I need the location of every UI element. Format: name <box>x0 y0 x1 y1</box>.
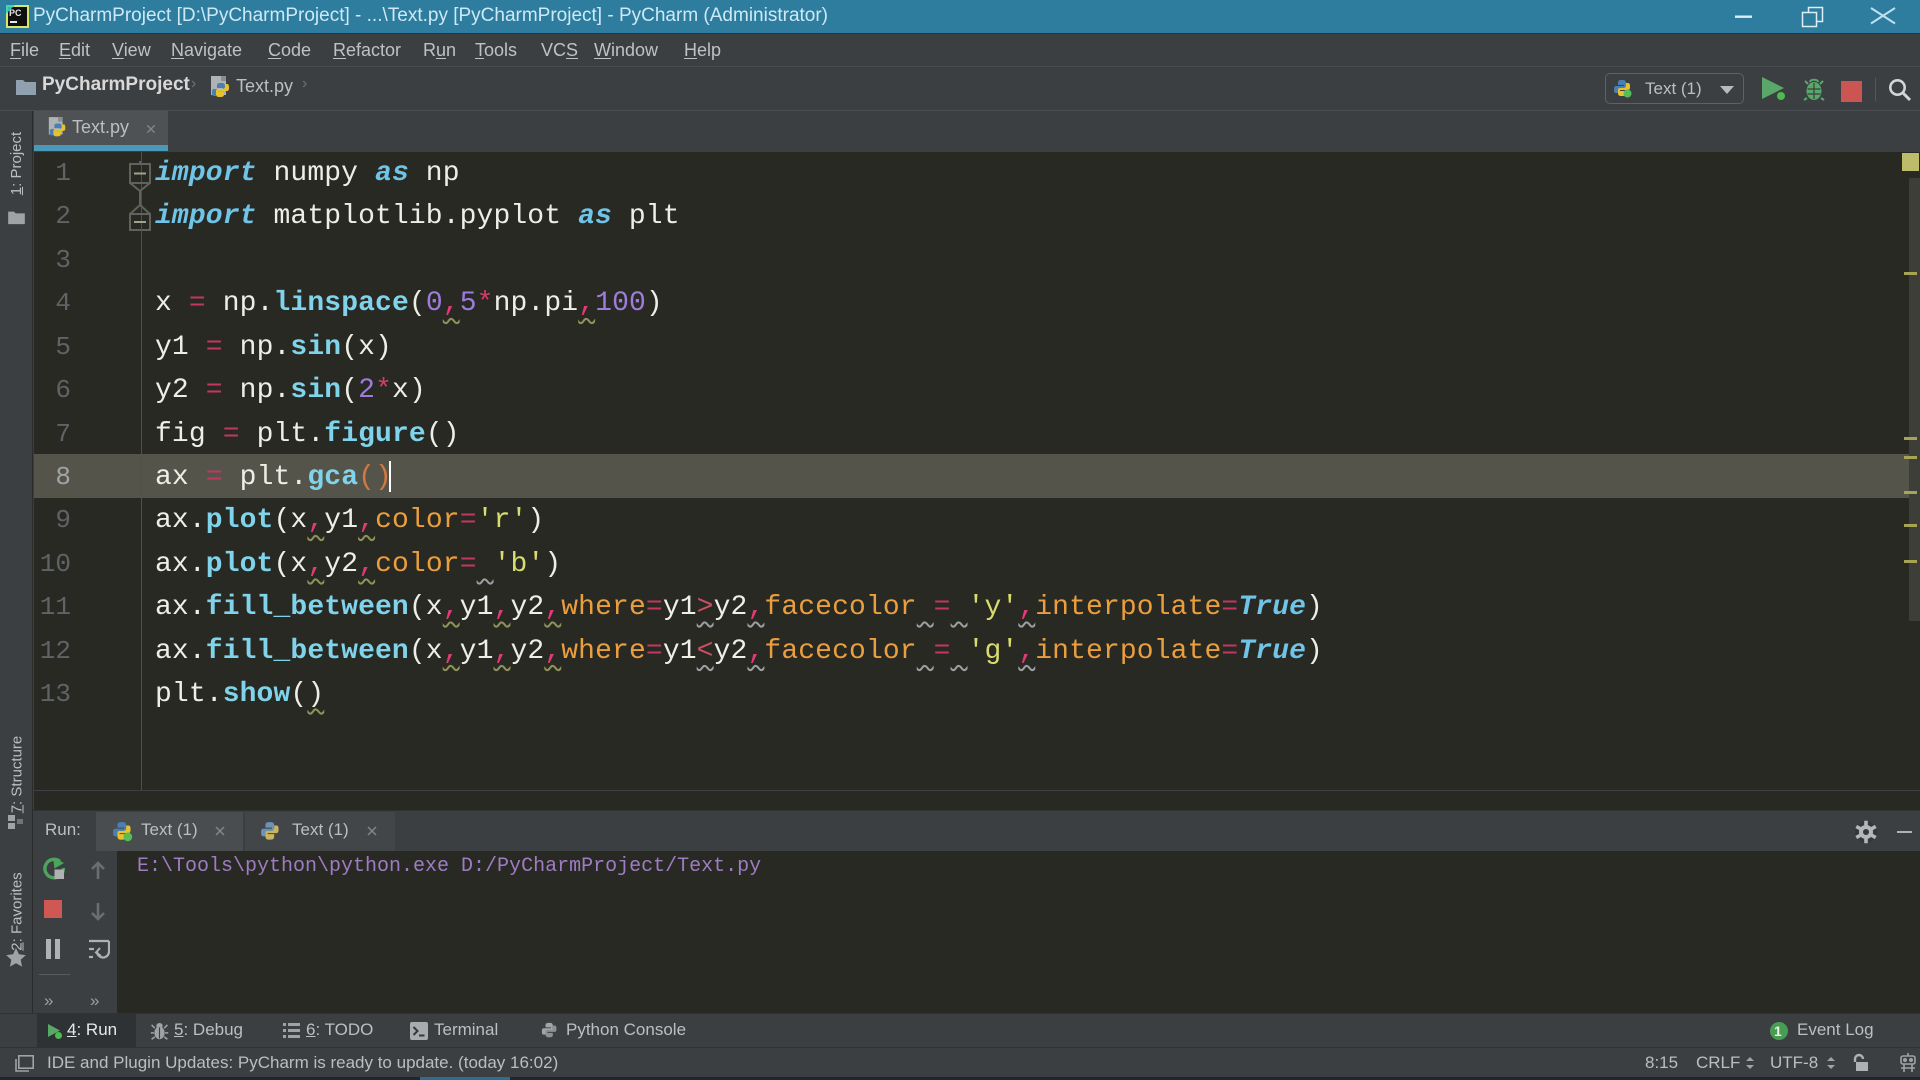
svg-text:PC: PC <box>9 8 22 18</box>
